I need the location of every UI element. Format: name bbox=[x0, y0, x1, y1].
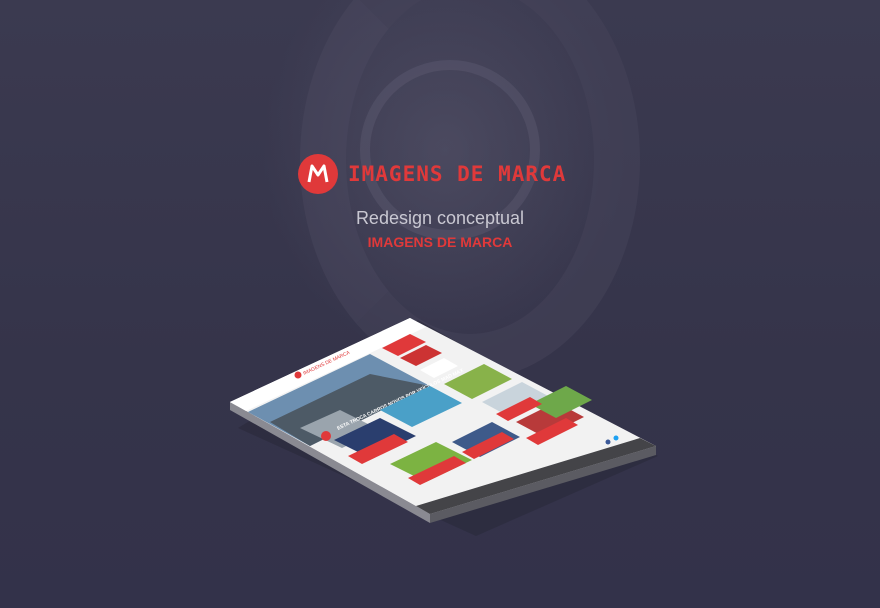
mockup-play-icon bbox=[321, 431, 331, 441]
mockup-logo-icon bbox=[294, 371, 302, 379]
mockup-twitter-icon bbox=[613, 435, 619, 441]
brand-logo-icon bbox=[298, 154, 338, 194]
brand-header: IMAGENS DE MARCA bbox=[298, 152, 568, 196]
subtitle: Redesign conceptual bbox=[355, 208, 525, 228]
mockup-facebook-icon bbox=[605, 439, 611, 445]
brand-name: IMAGENS DE MARCA bbox=[348, 162, 567, 186]
tablet-mockup: IMAGENS DE MARCA ESTA TROCA CARROS NOVOS… bbox=[230, 318, 660, 538]
tablet-mockup-graphic: IMAGENS DE MARCA ESTA TROCA CARROS NOVOS… bbox=[230, 318, 658, 536]
tagline: IMAGENS DE MARCA bbox=[367, 234, 513, 250]
